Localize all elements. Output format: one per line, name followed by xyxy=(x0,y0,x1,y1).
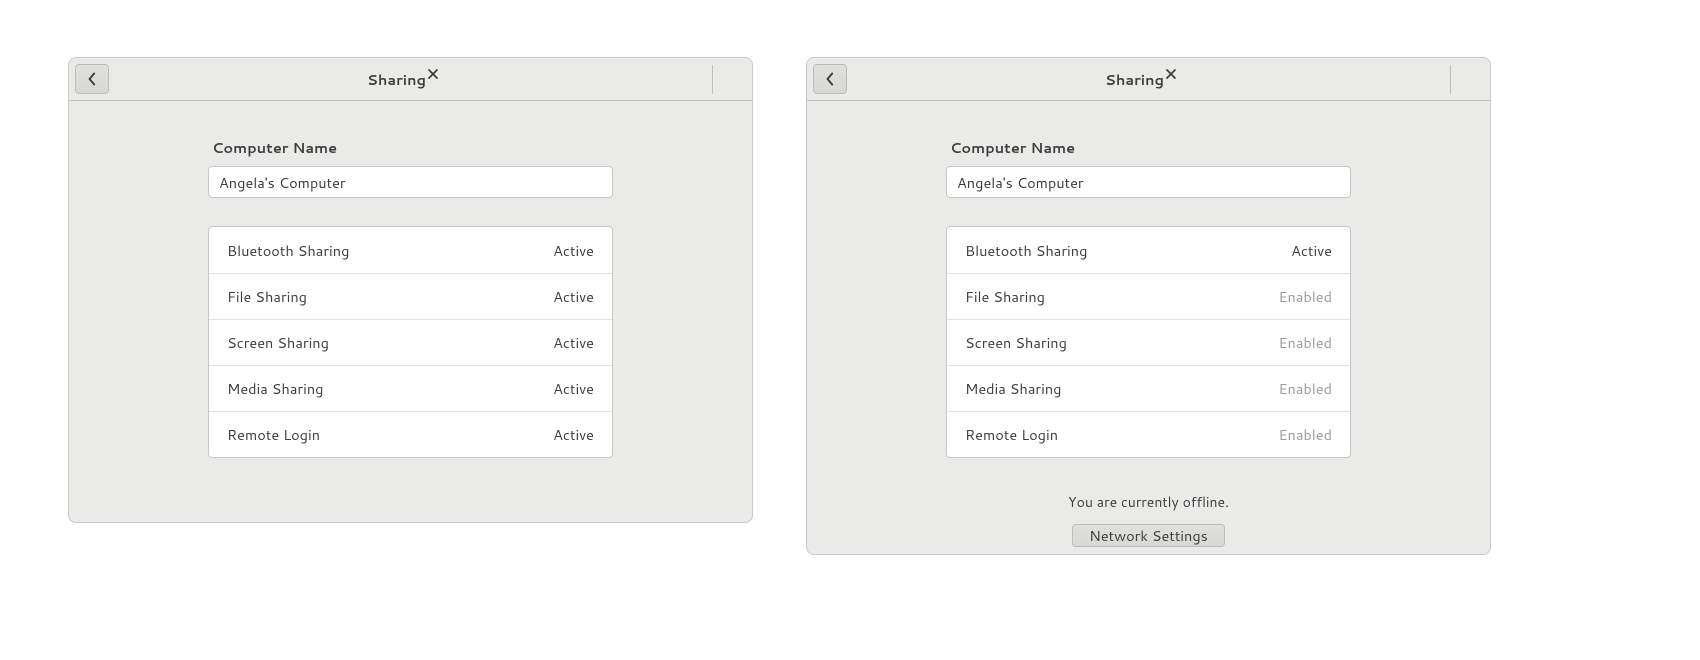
row-status: Active xyxy=(553,378,594,399)
close-icon xyxy=(426,65,440,86)
back-button[interactable] xyxy=(75,64,109,94)
close-button[interactable] xyxy=(426,65,454,93)
sharing-list: Bluetooth Sharing Active File Sharing Ac… xyxy=(208,226,613,458)
headerbar: Sharing xyxy=(807,58,1490,101)
close-icon xyxy=(1164,65,1178,86)
row-label: Screen Sharing xyxy=(965,332,1067,353)
page-title: Sharing xyxy=(367,69,426,90)
page-title: Sharing xyxy=(1105,69,1164,90)
computer-name-label: Computer Name xyxy=(212,137,613,158)
row-status: Enabled xyxy=(1278,378,1332,399)
chevron-left-icon xyxy=(824,72,836,86)
headerbar: Sharing xyxy=(69,58,752,101)
sharing-row-file[interactable]: File Sharing Enabled xyxy=(947,273,1350,319)
separator xyxy=(1450,65,1451,94)
row-status: Enabled xyxy=(1278,332,1332,353)
row-label: Remote Login xyxy=(227,424,320,445)
row-label: File Sharing xyxy=(965,286,1045,307)
sharing-row-file[interactable]: File Sharing Active xyxy=(209,273,612,319)
network-settings-label: Network Settings xyxy=(1089,525,1208,546)
computer-name-input[interactable] xyxy=(946,166,1351,198)
chevron-left-icon xyxy=(86,72,98,86)
row-label: Screen Sharing xyxy=(227,332,329,353)
row-label: Remote Login xyxy=(965,424,1058,445)
row-status: Enabled xyxy=(1278,286,1332,307)
network-settings-button[interactable]: Network Settings xyxy=(1072,524,1225,547)
row-status: Active xyxy=(553,240,594,261)
sharing-row-bluetooth[interactable]: Bluetooth Sharing Active xyxy=(947,227,1350,273)
sharing-row-remote[interactable]: Remote Login Enabled xyxy=(947,411,1350,457)
sharing-row-media[interactable]: Media Sharing Enabled xyxy=(947,365,1350,411)
offline-message: You are currently offline. xyxy=(1068,492,1229,512)
row-status: Active xyxy=(553,286,594,307)
sharing-row-remote[interactable]: Remote Login Active xyxy=(209,411,612,457)
row-status: Active xyxy=(553,332,594,353)
row-status: Active xyxy=(1291,240,1332,261)
sharing-window: Sharing Computer Name Bluetooth Sharing … xyxy=(806,57,1491,555)
row-label: Bluetooth Sharing xyxy=(227,240,349,261)
sharing-row-media[interactable]: Media Sharing Active xyxy=(209,365,612,411)
close-button[interactable] xyxy=(1164,65,1192,93)
content-area: Computer Name Bluetooth Sharing Active F… xyxy=(69,101,752,522)
computer-name-input[interactable] xyxy=(208,166,613,198)
sharing-window: Sharing Computer Name Bluetooth Sharing … xyxy=(68,57,753,523)
row-status: Active xyxy=(553,424,594,445)
content-area: Computer Name Bluetooth Sharing Active F… xyxy=(807,101,1490,554)
sharing-row-bluetooth[interactable]: Bluetooth Sharing Active xyxy=(209,227,612,273)
row-label: Media Sharing xyxy=(227,378,323,399)
row-status: Enabled xyxy=(1278,424,1332,445)
computer-name-label: Computer Name xyxy=(950,137,1351,158)
sharing-row-screen[interactable]: Screen Sharing Enabled xyxy=(947,319,1350,365)
back-button[interactable] xyxy=(813,64,847,94)
row-label: File Sharing xyxy=(227,286,307,307)
sharing-list: Bluetooth Sharing Active File Sharing En… xyxy=(946,226,1351,458)
sharing-row-screen[interactable]: Screen Sharing Active xyxy=(209,319,612,365)
row-label: Media Sharing xyxy=(965,378,1061,399)
separator xyxy=(712,65,713,94)
row-label: Bluetooth Sharing xyxy=(965,240,1087,261)
